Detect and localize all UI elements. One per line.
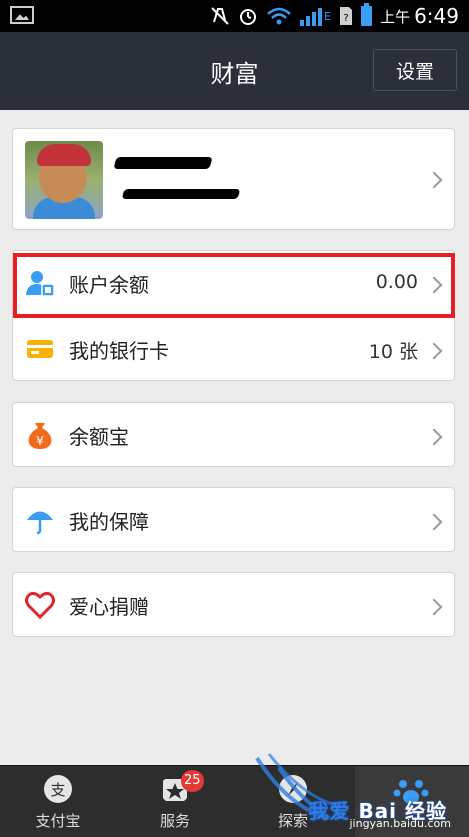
- heart-icon: [25, 591, 55, 620]
- tab-alipay[interactable]: 支 支付宝: [8, 766, 108, 837]
- chevron-right-icon: [425, 513, 443, 531]
- svg-text:?: ?: [343, 13, 348, 24]
- avatar: [25, 141, 103, 219]
- signal-icon: [300, 6, 323, 26]
- svg-text:支: 支: [50, 781, 65, 799]
- charity-label: 爱心捐赠: [69, 595, 149, 619]
- redacted-account: [121, 189, 241, 199]
- tab-alipay-label: 支付宝: [35, 812, 81, 830]
- svg-text:¥: ¥: [36, 434, 44, 448]
- user-wallet-icon: [26, 271, 55, 297]
- chevron-right-icon: [425, 276, 443, 294]
- battery-icon: [361, 3, 373, 26]
- tab-service-label: 服务: [159, 812, 190, 830]
- bank-card-label: 我的银行卡: [69, 339, 169, 363]
- gallery-icon: [10, 6, 34, 24]
- alarm-icon: [240, 9, 257, 25]
- account-balance-value: 0.00: [375, 271, 418, 293]
- network-type: E: [324, 9, 332, 23]
- account-balance-label: 账户余额: [69, 273, 149, 297]
- bank-card-icon: [27, 340, 53, 358]
- wifi-icon: [267, 7, 291, 25]
- charity-row[interactable]: 爱心捐赠: [12, 572, 455, 637]
- watermark-url: jingyan.baidu.com: [349, 817, 451, 830]
- chevron-right-icon: [425, 598, 443, 616]
- account-group: 账户余额 0.00 我的银行卡 10 张: [12, 250, 455, 381]
- notification-badge: 25: [181, 770, 204, 792]
- chevron-right-icon: [425, 171, 443, 189]
- chevron-right-icon: [425, 342, 443, 360]
- sim-icon: ?: [340, 7, 353, 25]
- chevron-right-icon: [425, 428, 443, 446]
- title-bar: 财富 设置: [0, 32, 469, 110]
- clock: 6:49: [414, 4, 459, 28]
- protection-row[interactable]: 我的保障: [12, 487, 455, 552]
- umbrella-icon: [27, 511, 53, 535]
- settings-button[interactable]: 设置: [373, 49, 457, 91]
- protection-label: 我的保障: [69, 510, 149, 534]
- yuebao-label: 余额宝: [69, 425, 129, 449]
- bank-card-row[interactable]: 我的银行卡 10 张: [13, 317, 454, 382]
- time-period: 上午: [380, 7, 411, 26]
- tab-service[interactable]: 25 服务: [125, 766, 225, 837]
- yuebao-row[interactable]: ¥ 余额宝: [12, 402, 455, 467]
- money-bag-icon: ¥: [28, 423, 52, 449]
- mute-icon: [211, 7, 229, 25]
- account-balance-row[interactable]: 账户余额 0.00: [13, 251, 454, 316]
- profile-card[interactable]: [12, 128, 455, 230]
- status-bar: E ? 上午 6:49: [0, 0, 469, 32]
- bank-card-count: 10 张: [368, 341, 418, 363]
- alipay-icon: 支: [44, 775, 72, 803]
- redacted-name: [113, 157, 213, 169]
